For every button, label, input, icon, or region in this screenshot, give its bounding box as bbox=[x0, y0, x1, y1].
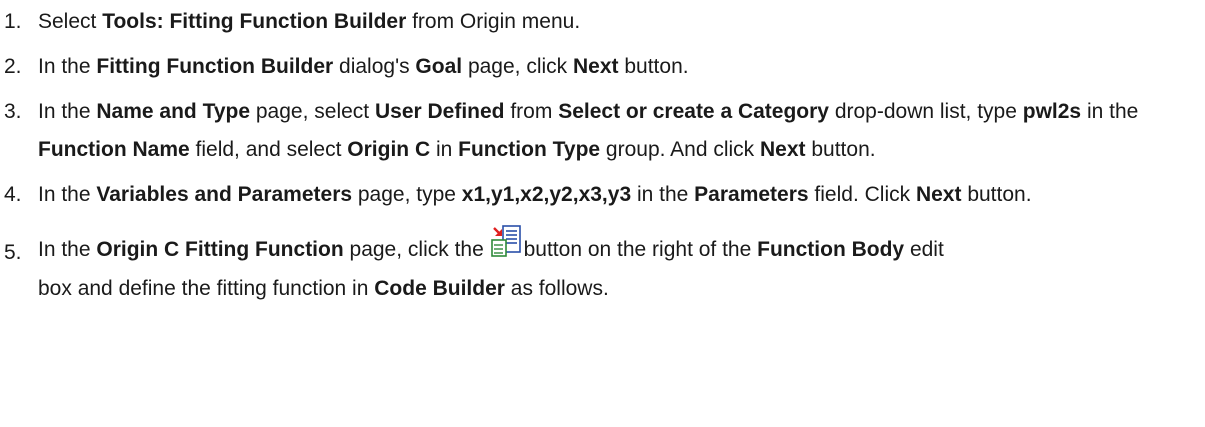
text-run: button. bbox=[618, 55, 689, 78]
step-number: 2. bbox=[4, 55, 22, 78]
step-2: 2. In the Fitting Function Builder dialo… bbox=[0, 48, 1188, 86]
bold-term: Function Name bbox=[38, 138, 190, 161]
text-run: button on the right of the bbox=[523, 238, 758, 261]
text-run: edit bbox=[904, 238, 944, 261]
step-text: In the Origin C Fitting Function page, c… bbox=[38, 238, 490, 261]
text-run: field, and select bbox=[189, 138, 348, 161]
text-run: page, click bbox=[462, 55, 573, 78]
step-text: In the Fitting Function Builder dialog's… bbox=[38, 55, 689, 78]
instruction-steps: 1. Select Tools: Fitting Function Builde… bbox=[0, 3, 1205, 304]
bold-term: Code Builder bbox=[374, 277, 505, 300]
text-run: group. And click bbox=[600, 138, 760, 161]
text-run: page, select bbox=[250, 100, 375, 123]
text-run: from bbox=[504, 100, 559, 123]
step-text: Select Tools: Fitting Function Builder f… bbox=[38, 10, 580, 33]
bold-term: User Defined bbox=[374, 100, 505, 123]
text-run: box and define the fitting function in bbox=[38, 277, 375, 300]
text-run: button. bbox=[805, 138, 876, 161]
bold-term: x1,y1,x2,y2,x3,y3 bbox=[461, 183, 632, 206]
step-5-line-2: box and define the fitting function in C… bbox=[38, 274, 1188, 304]
bold-term: Function Body bbox=[757, 238, 905, 261]
step-text: button on the right of the Function Body… bbox=[524, 238, 944, 261]
step-number: 3. bbox=[4, 100, 22, 123]
text-run: Select bbox=[38, 10, 103, 33]
bold-term: pwl2s bbox=[1022, 100, 1082, 123]
step-1: 1. Select Tools: Fitting Function Builde… bbox=[0, 3, 1188, 41]
text-run: page, click the bbox=[343, 238, 490, 261]
step-number: 5. bbox=[4, 241, 22, 264]
bold-term: Function Type bbox=[458, 138, 601, 161]
text-run: dialog's bbox=[333, 55, 416, 78]
text-run: from Origin menu. bbox=[406, 10, 581, 33]
code-builder-button[interactable] bbox=[490, 224, 524, 258]
code-builder-icon bbox=[490, 225, 521, 257]
bold-term: Parameters bbox=[694, 183, 809, 206]
text-run: page, type bbox=[352, 183, 462, 206]
text-run: In the bbox=[38, 183, 97, 206]
step-5-line-1: In the Origin C Fitting Function page, c… bbox=[38, 224, 1188, 274]
text-run: as follows. bbox=[504, 277, 609, 300]
text-run: in the bbox=[1081, 100, 1139, 123]
text-run: In the bbox=[38, 55, 97, 78]
step-5: 5. In the Origin C Fitting Function page… bbox=[0, 224, 1188, 304]
step-number: 4. bbox=[4, 183, 22, 206]
bold-term: Fitting Function Builder bbox=[96, 55, 334, 78]
step-text: In the Variables and Parameters page, ty… bbox=[38, 183, 1032, 206]
step-4: 4. In the Variables and Parameters page,… bbox=[0, 176, 1188, 214]
text-run: In the bbox=[38, 238, 97, 261]
text-run: In the bbox=[38, 100, 97, 123]
bold-term: Origin C Fitting Function bbox=[96, 238, 344, 261]
bold-term: Goal bbox=[415, 55, 463, 78]
bold-term: Select or create a Category bbox=[558, 100, 829, 123]
text-run: field. Click bbox=[808, 183, 916, 206]
text-run: in bbox=[430, 138, 459, 161]
text-run: in the bbox=[631, 183, 695, 206]
text-run: button. bbox=[961, 183, 1032, 206]
bold-term: Next bbox=[573, 55, 619, 78]
bold-term: Variables and Parameters bbox=[96, 183, 353, 206]
step-number: 1. bbox=[4, 10, 22, 33]
step-3: 3. In the Name and Type page, select Use… bbox=[0, 93, 1188, 169]
bold-term: Next bbox=[915, 183, 962, 206]
bold-term: Name and Type bbox=[96, 100, 251, 123]
bold-term: Origin C bbox=[347, 138, 431, 161]
step-text: In the Name and Type page, select User D… bbox=[38, 100, 1138, 161]
bold-term: Next bbox=[760, 138, 806, 161]
bold-term: Tools: Fitting Function Builder bbox=[102, 10, 407, 33]
text-run: drop-down list, type bbox=[828, 100, 1023, 123]
